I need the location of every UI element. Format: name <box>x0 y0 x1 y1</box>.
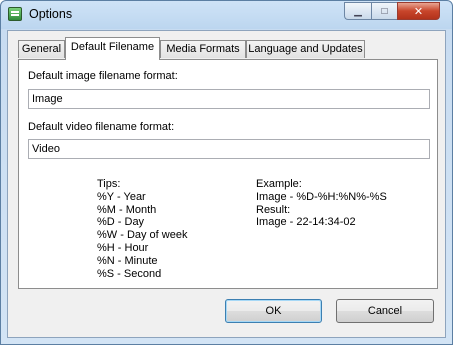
default-filename-panel: Default image filename format: Image Def… <box>18 59 438 289</box>
close-button[interactable]: ✕ <box>397 2 440 20</box>
tips-heading: Tips: <box>97 178 121 190</box>
app-icon <box>8 7 22 21</box>
example-block: Example: Image - %D-%H:%N%-%S Result: Im… <box>256 178 387 229</box>
tab-media-formats[interactable]: Media Formats <box>160 40 246 58</box>
tip-item: %D - Day <box>97 216 145 229</box>
video-format-input[interactable]: Video <box>28 139 430 159</box>
tip-item: %S - Second <box>97 267 162 280</box>
tip-item: %H - Hour <box>97 241 149 254</box>
tip-item: %N - Minute <box>97 254 158 267</box>
example-heading: Example: <box>256 178 302 190</box>
image-format-input[interactable]: Image <box>28 89 430 109</box>
minimize-icon: ▁ <box>354 5 362 17</box>
video-format-label: Default video filename format: <box>28 121 175 133</box>
result-heading: Result: <box>256 203 291 216</box>
result-value: Image - 22-14:34-02 <box>256 216 356 229</box>
minimize-button[interactable]: ▁ <box>344 2 371 20</box>
close-icon: ✕ <box>413 5 424 18</box>
tab-default-filename[interactable]: Default Filename <box>65 37 160 60</box>
cancel-button[interactable]: Cancel <box>336 299 434 323</box>
maximize-button[interactable]: □ <box>371 2 397 20</box>
tip-item: %M - Month <box>97 203 157 216</box>
example-pattern: Image - %D-%H:%N%-%S <box>256 190 387 203</box>
dialog-client-area: General Default Filename Media Formats L… <box>7 30 446 338</box>
tab-general[interactable]: General <box>18 40 65 58</box>
tips-block: Tips: %Y - Year %M - Month %D - Day %W -… <box>97 178 187 280</box>
options-window: Options ▁ □ ✕ General Default Filename M… <box>0 0 453 345</box>
tab-language-and-updates[interactable]: Language and Updates <box>246 40 365 58</box>
tip-item: %Y - Year <box>97 190 146 203</box>
ok-button[interactable]: OK <box>225 299 322 323</box>
tip-item: %W - Day of week <box>97 229 188 242</box>
window-title: Options <box>29 7 73 21</box>
maximize-icon: □ <box>381 5 388 17</box>
image-format-label: Default image filename format: <box>28 70 178 82</box>
title-bar[interactable]: Options ▁ □ ✕ <box>1 1 452 29</box>
